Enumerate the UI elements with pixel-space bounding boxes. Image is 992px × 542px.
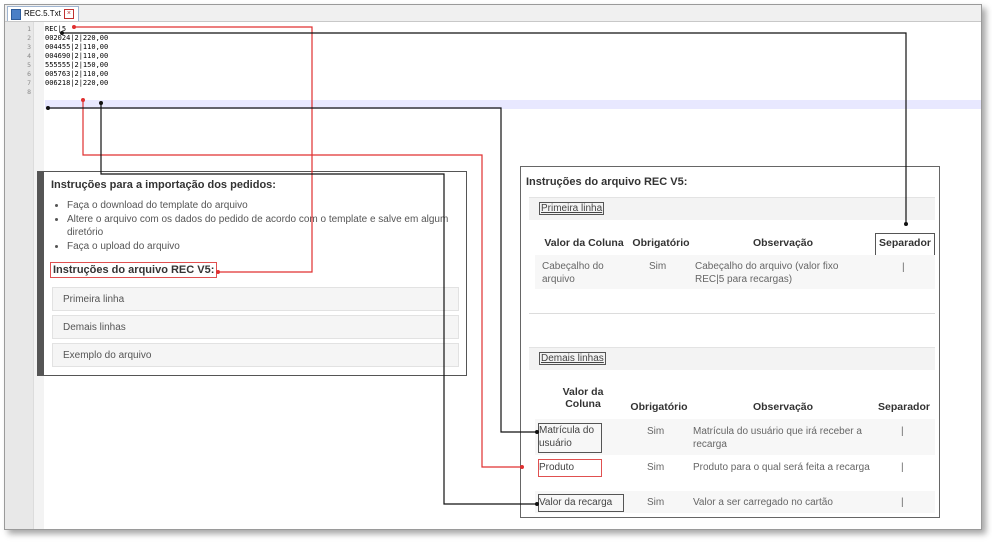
table-cell: Matrícula do usuário que irá receber a r… xyxy=(693,426,862,450)
table-cell: Valor da recarga xyxy=(538,494,624,512)
file-icon xyxy=(11,8,21,20)
code-line: 002024|2|220,00 xyxy=(45,34,109,42)
line-number: 6 xyxy=(27,70,31,78)
line-number: 4 xyxy=(27,52,31,60)
file-format-panel: Instruções do arquivo REC V5: Primeira l… xyxy=(520,166,940,518)
line-number: 7 xyxy=(27,79,31,87)
panel-accent-bar xyxy=(38,172,44,375)
column-header: Obrigatório xyxy=(632,237,690,249)
table-cell: Cabeçalho do arquivo xyxy=(542,261,604,285)
table-cell: Sim xyxy=(649,261,667,272)
code-line: 004455|2|110,00 xyxy=(45,43,109,51)
close-icon[interactable]: × xyxy=(63,9,74,19)
line-number: 2 xyxy=(27,34,31,42)
import-instructions-panel: Instruções para a importação dos pedidos… xyxy=(37,171,467,376)
column-header: Valor da Coluna xyxy=(562,386,604,410)
column-header: Observação xyxy=(752,237,814,249)
column-header: Separador xyxy=(878,401,930,413)
panel-title: Instruções do arquivo REC V5: xyxy=(526,176,688,188)
table-cell: | xyxy=(901,497,904,508)
line-number: 1 xyxy=(27,25,31,33)
line-number: 3 xyxy=(27,43,31,51)
table-cell: | xyxy=(902,262,905,273)
accordion-demais-linhas[interactable]: Demais linhas xyxy=(52,315,459,339)
column-header: Obrigatório xyxy=(630,401,688,413)
code-line: 006218|2|220,00 xyxy=(45,79,109,87)
table-cell: Sim xyxy=(647,426,665,437)
table-cell: Cabeçalho do arquivo (valor fixo REC|5 p… xyxy=(695,261,839,285)
file-instructions-subtitle: Instruções do arquivo REC V5: xyxy=(50,262,218,278)
code-line: 004690|2|110,00 xyxy=(45,52,109,60)
table-cell: Produto para o qual será feita a recarga xyxy=(693,462,870,473)
code-line: 555555|2|150,00 xyxy=(45,61,109,69)
accordion-exemplo-arquivo[interactable]: Exemplo do arquivo xyxy=(52,343,459,367)
table-cell: Sim xyxy=(647,497,665,508)
code-line: REC|5 xyxy=(45,25,67,33)
column-header: Observação xyxy=(752,401,814,413)
step-item: Faça o download do template do arquivo xyxy=(67,199,457,212)
instruction-steps: Faça o download do template do arquivo A… xyxy=(51,199,457,254)
table-cell: Produto xyxy=(538,459,602,477)
section-label[interactable]: Primeira linha xyxy=(539,202,605,215)
current-line-highlight xyxy=(45,100,981,109)
line-number: 8 xyxy=(27,88,31,96)
table-cell: | xyxy=(901,426,904,437)
table-cell: Sim xyxy=(647,462,665,473)
table-cell: | xyxy=(901,462,904,473)
step-item: Altere o arquivo com os dados do pedido … xyxy=(67,213,457,239)
section-divider xyxy=(529,313,935,314)
section-label[interactable]: Demais linhas xyxy=(539,352,606,365)
section-demais-linhas[interactable]: Demais linhas xyxy=(529,347,935,370)
panel-title: Instruções para a importação dos pedidos… xyxy=(51,179,276,191)
section-primeira-linha[interactable]: Primeira linha xyxy=(529,197,935,220)
editor-tabbar: REC.5.Txt × xyxy=(5,5,981,22)
editor-tab[interactable]: REC.5.Txt × xyxy=(7,6,79,21)
table-cell: Matrícula do usuário xyxy=(538,423,602,453)
step-item: Faça o upload do arquivo xyxy=(67,240,457,253)
accordion-primeira-linha[interactable]: Primeira linha xyxy=(52,287,459,311)
column-header: Valor da Coluna xyxy=(544,237,624,249)
line-number: 5 xyxy=(27,61,31,69)
editor-tab-label: REC.5.Txt xyxy=(24,9,61,18)
table-cell: Valor a ser carregado no cartão xyxy=(693,497,833,508)
code-line: 005763|2|110,00 xyxy=(45,70,109,78)
